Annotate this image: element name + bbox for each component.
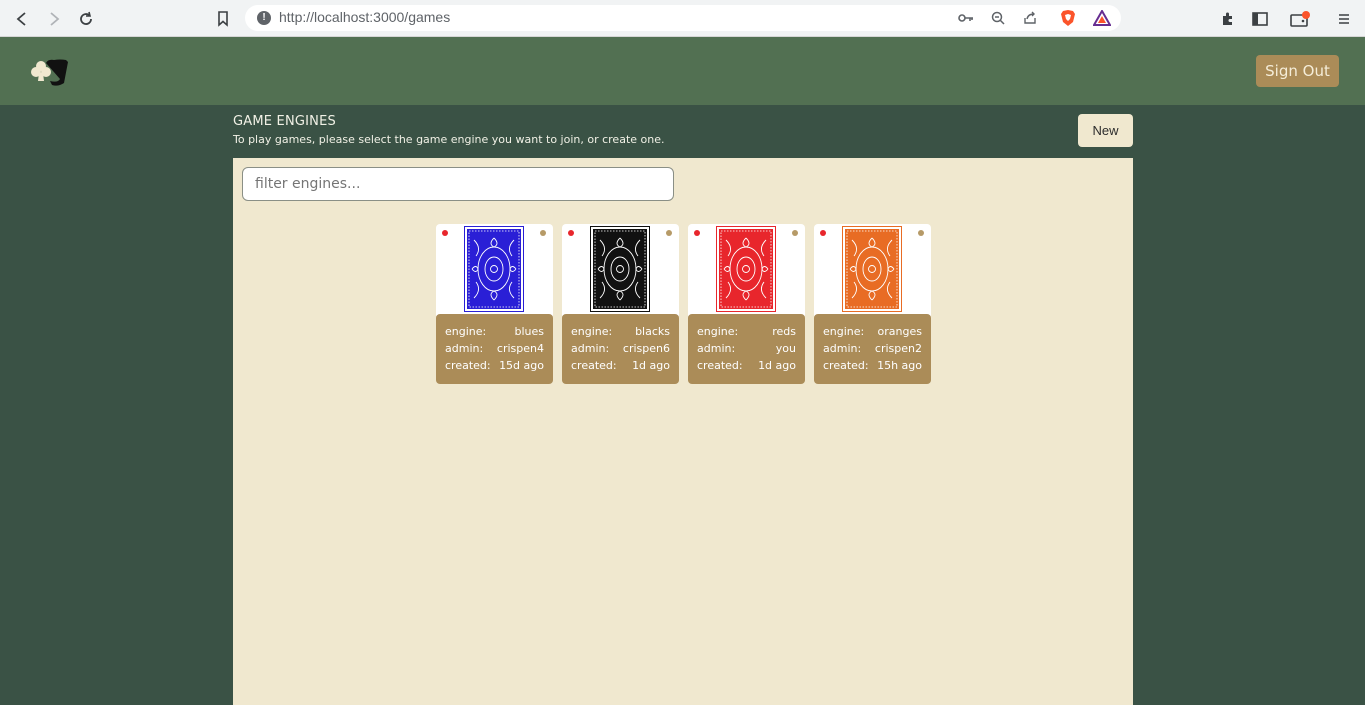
url-text[interactable]: http://localhost:3000/games: [279, 9, 450, 25]
status-dot-red: [568, 230, 574, 236]
info-row-engine: engine: oranges: [823, 323, 922, 340]
page-title: GAME ENGINES: [233, 114, 336, 129]
address-bar[interactable]: ! http://localhost:3000/games: [245, 5, 1121, 31]
info-row-admin: admin: crispen4: [445, 340, 544, 357]
created-label: created:: [445, 359, 491, 372]
menu-icon[interactable]: [1333, 8, 1355, 30]
engine-card[interactable]: engine: oranges admin: crispen2 created: 15h …: [814, 224, 931, 384]
key-icon[interactable]: [957, 9, 975, 27]
page-subtitle: To play games, please select the game en…: [233, 133, 665, 146]
created-label: created:: [571, 359, 617, 372]
share-icon[interactable]: [1021, 9, 1039, 27]
admin-value: crispen4: [496, 342, 544, 355]
engine-card[interactable]: engine: blacks admin: crispen6 created: 1d ag…: [562, 224, 679, 384]
status-dot-tan: [918, 230, 924, 236]
reload-icon[interactable]: [75, 8, 97, 30]
rewards-icon[interactable]: [1093, 9, 1111, 27]
card-image-area: [814, 224, 931, 316]
admin-label: admin:: [445, 342, 484, 355]
engine-label: engine:: [823, 325, 865, 338]
status-dot-red: [442, 230, 448, 236]
status-dot-tan: [666, 230, 672, 236]
info-row-created: created: 1d ago: [697, 357, 796, 374]
engine-card[interactable]: engine: reds admin: you created: 1d ago: [688, 224, 805, 384]
card-info: engine: oranges admin: crispen2 created: 15h …: [814, 314, 931, 384]
extensions-icon[interactable]: [1217, 8, 1239, 30]
app-logo[interactable]: [28, 57, 70, 87]
admin-label: admin:: [697, 342, 736, 355]
card-back-image: [842, 226, 902, 312]
card-info: engine: blues admin: crispen4 created: 15d ag…: [436, 314, 553, 384]
created-label: created:: [697, 359, 743, 372]
site-info-icon[interactable]: !: [257, 11, 271, 25]
status-dot-tan: [792, 230, 798, 236]
engine-card[interactable]: engine: blues admin: crispen4 created: 15d ag…: [436, 224, 553, 384]
info-row-engine: engine: reds: [697, 323, 796, 340]
status-dot-red: [820, 230, 826, 236]
info-row-admin: admin: crispen6: [571, 340, 670, 357]
created-value: 1d ago: [758, 359, 796, 372]
card-image-area: [436, 224, 553, 316]
engine-value: blues: [514, 325, 544, 338]
info-row-created: created: 15h ago: [823, 357, 922, 374]
info-row-engine: engine: blues: [445, 323, 544, 340]
engine-value: blacks: [635, 325, 670, 338]
engine-value: oranges: [877, 325, 922, 338]
engine-label: engine:: [697, 325, 739, 338]
forward-icon[interactable]: [43, 8, 65, 30]
info-row-admin: admin: you: [697, 340, 796, 357]
engine-value: reds: [772, 325, 796, 338]
card-back-image: [590, 226, 650, 312]
created-value: 15d ago: [499, 359, 544, 372]
admin-label: admin:: [571, 342, 610, 355]
zoom-icon[interactable]: [989, 9, 1007, 27]
admin-value: crispen2: [874, 342, 922, 355]
card-info: engine: reds admin: you created: 1d ago: [688, 314, 805, 384]
brave-shield-icon[interactable]: [1059, 9, 1077, 27]
card-image-area: [688, 224, 805, 316]
created-value: 1d ago: [632, 359, 670, 372]
card-back-image: [716, 226, 776, 312]
info-row-engine: engine: blacks: [571, 323, 670, 340]
engine-card-list: engine: blues admin: crispen4 created: 15d ag…: [436, 224, 931, 384]
wallet-icon[interactable]: [1289, 8, 1311, 30]
admin-label: admin:: [823, 342, 862, 355]
admin-value: crispen6: [622, 342, 670, 355]
info-row-created: created: 1d ago: [571, 357, 670, 374]
info-row-created: created: 15d ago: [445, 357, 544, 374]
new-engine-button[interactable]: New: [1078, 114, 1133, 147]
back-icon[interactable]: [11, 8, 33, 30]
app-header: [0, 37, 1365, 105]
card-info: engine: blacks admin: crispen6 created: 1d ag…: [562, 314, 679, 384]
browser-toolbar: ! http://localhost:3000/games: [0, 0, 1365, 37]
created-value: 15h ago: [877, 359, 922, 372]
sidebar-toggle-icon[interactable]: [1249, 8, 1271, 30]
card-back-image: [464, 226, 524, 312]
filter-engines-input[interactable]: [242, 167, 674, 201]
status-dot-red: [694, 230, 700, 236]
card-image-area: [562, 224, 679, 316]
info-row-admin: admin: crispen2: [823, 340, 922, 357]
sign-out-button[interactable]: Sign Out: [1256, 55, 1339, 87]
status-dot-tan: [540, 230, 546, 236]
engine-label: engine:: [445, 325, 487, 338]
admin-value: you: [775, 342, 796, 355]
created-label: created:: [823, 359, 869, 372]
engines-panel: engine: blues admin: crispen4 created: 15d ag…: [233, 158, 1133, 705]
engine-label: engine:: [571, 325, 613, 338]
bookmark-icon[interactable]: [212, 8, 234, 30]
